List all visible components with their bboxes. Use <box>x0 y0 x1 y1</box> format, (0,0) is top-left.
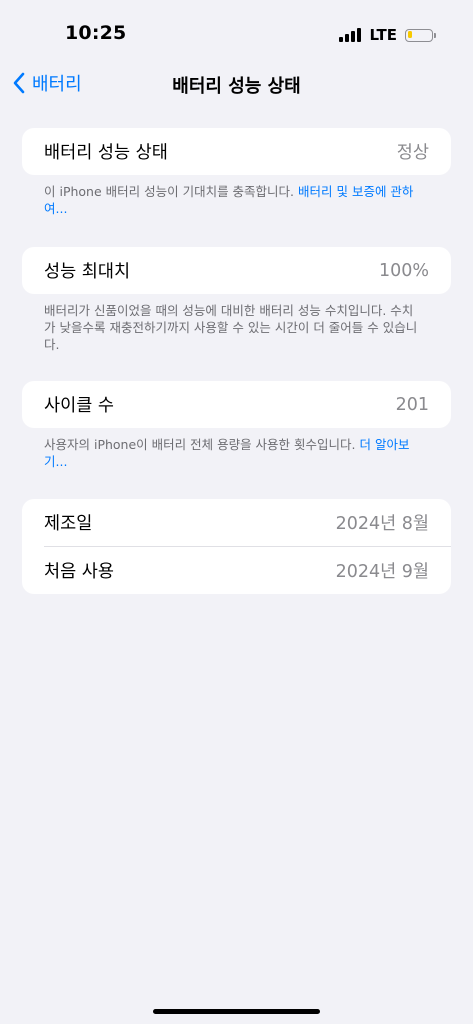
battery-health-value: 정상 <box>396 143 429 163</box>
dates-card: 제조일 2024년 8월 처음 사용 2024년 9월 <box>22 499 451 594</box>
max-capacity-value: 100% <box>378 260 429 281</box>
first-use-label: 처음 사용 <box>44 562 114 582</box>
cycle-count-value: 201 <box>395 394 429 415</box>
battery-health-footnote-text: 이 iPhone 배터리 성능이 기대치를 충족합니다. <box>44 184 299 199</box>
status-indicators: LTE <box>339 24 436 46</box>
battery-health-card: 배터리 성능 상태 정상 <box>22 128 451 175</box>
battery-icon <box>405 28 436 42</box>
cycle-count-row: 사이클 수 201 <box>22 381 451 428</box>
battery-health-label: 배터리 성능 상태 <box>44 143 168 163</box>
page-title: 배터리 성능 상태 <box>172 76 301 97</box>
cycle-count-footnote: 사용자의 iPhone이 배터리 전체 용량을 사용한 횟수입니다. 더 알아보… <box>44 436 424 470</box>
max-capacity-footnote-text: 배터리가 신품이었을 때의 성능에 대비한 배터리 성능 수치입니다. 수치가 … <box>44 303 418 352</box>
home-indicator[interactable] <box>153 1009 320 1014</box>
battery-health-row: 배터리 성능 상태 정상 <box>22 128 451 175</box>
status-bar: 10:25 LTE <box>0 0 473 60</box>
manufacture-date-row: 제조일 2024년 8월 <box>22 499 451 546</box>
max-capacity-footnote: 배터리가 신품이었을 때의 성능에 대비한 배터리 성능 수치입니다. 수치가 … <box>44 302 424 353</box>
battery-health-footnote: 이 iPhone 배터리 성능이 기대치를 충족합니다. 배터리 및 보증에 관… <box>44 183 424 217</box>
navigation-bar: 배터리 배터리 성능 상태 <box>0 62 473 106</box>
max-capacity-row: 성능 최대치 100% <box>22 247 451 294</box>
status-time: 10:25 <box>65 22 127 44</box>
max-capacity-card: 성능 최대치 100% <box>22 247 451 294</box>
cycle-count-footnote-text: 사용자의 iPhone이 배터리 전체 용량을 사용한 횟수입니다. <box>44 437 360 452</box>
cellular-signal-icon <box>339 28 362 42</box>
first-use-row: 처음 사용 2024년 9월 <box>22 547 451 594</box>
battery-level-fill <box>407 31 412 38</box>
manufacture-date-value: 2024년 8월 <box>335 514 429 534</box>
manufacture-date-label: 제조일 <box>44 514 93 534</box>
cycle-count-label: 사이클 수 <box>44 396 114 416</box>
cycle-count-card: 사이클 수 201 <box>22 381 451 428</box>
max-capacity-label: 성능 최대치 <box>44 262 131 282</box>
network-type: LTE <box>369 26 397 44</box>
first-use-value: 2024년 9월 <box>335 562 429 582</box>
